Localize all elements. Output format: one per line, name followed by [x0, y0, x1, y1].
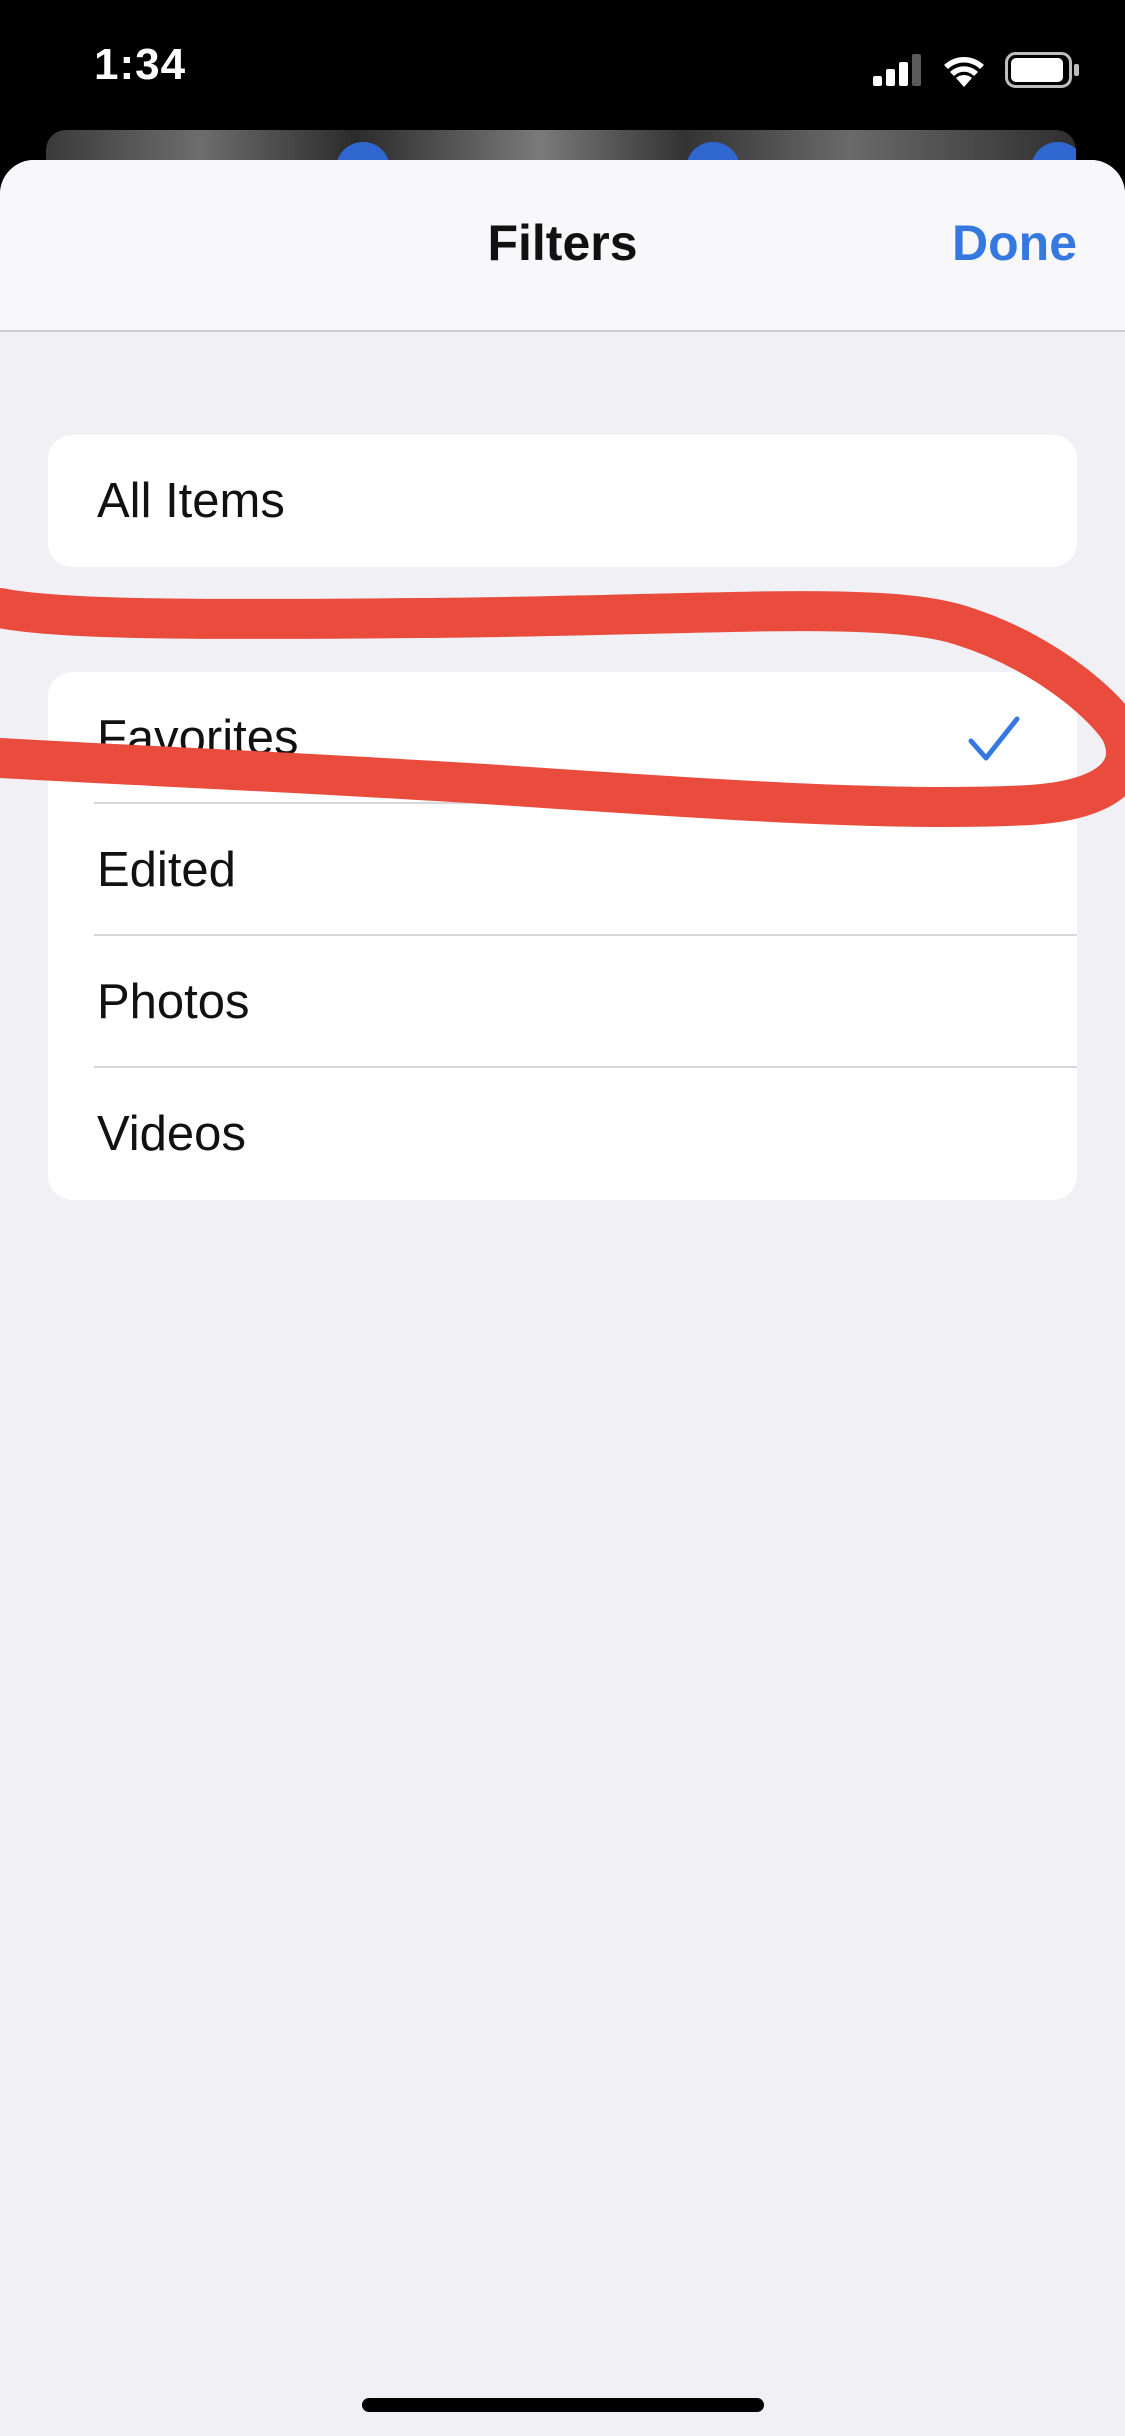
- filter-row-videos[interactable]: Videos: [48, 1068, 1077, 1200]
- done-button[interactable]: Done: [952, 214, 1077, 272]
- status-time: 1:34: [94, 40, 187, 89]
- battery-icon: [1005, 52, 1079, 88]
- filter-label: Photos: [97, 975, 250, 1029]
- filter-label: All Items: [97, 474, 285, 528]
- status-bar: 1:34: [0, 0, 1125, 135]
- home-indicator[interactable]: [362, 2398, 764, 2412]
- filter-label: Edited: [97, 843, 236, 897]
- filter-row-edited[interactable]: Edited: [48, 804, 1077, 936]
- filter-row-favorites[interactable]: Favorites: [48, 672, 1077, 804]
- status-icons: [873, 50, 1081, 90]
- wifi-icon: [944, 57, 984, 87]
- checkmark-icon: [968, 716, 1020, 761]
- cellular-signal-icon: [873, 54, 921, 86]
- filters-sheet: Filters Done All Items Favorites Edited …: [0, 160, 1125, 2436]
- filter-row-all-items[interactable]: All Items: [48, 435, 1077, 567]
- filter-row-photos[interactable]: Photos: [48, 936, 1077, 1068]
- sheet-nav-bar: Filters Done: [0, 160, 1125, 332]
- filter-label: Favorites: [97, 711, 299, 765]
- filter-group-primary: All Items: [48, 435, 1077, 567]
- filter-label: Videos: [97, 1107, 246, 1161]
- screen: 1:34 Filters Done All Items Favorites Ed…: [0, 0, 1125, 2436]
- filter-group-secondary: Favorites Edited Photos Videos: [48, 672, 1077, 1200]
